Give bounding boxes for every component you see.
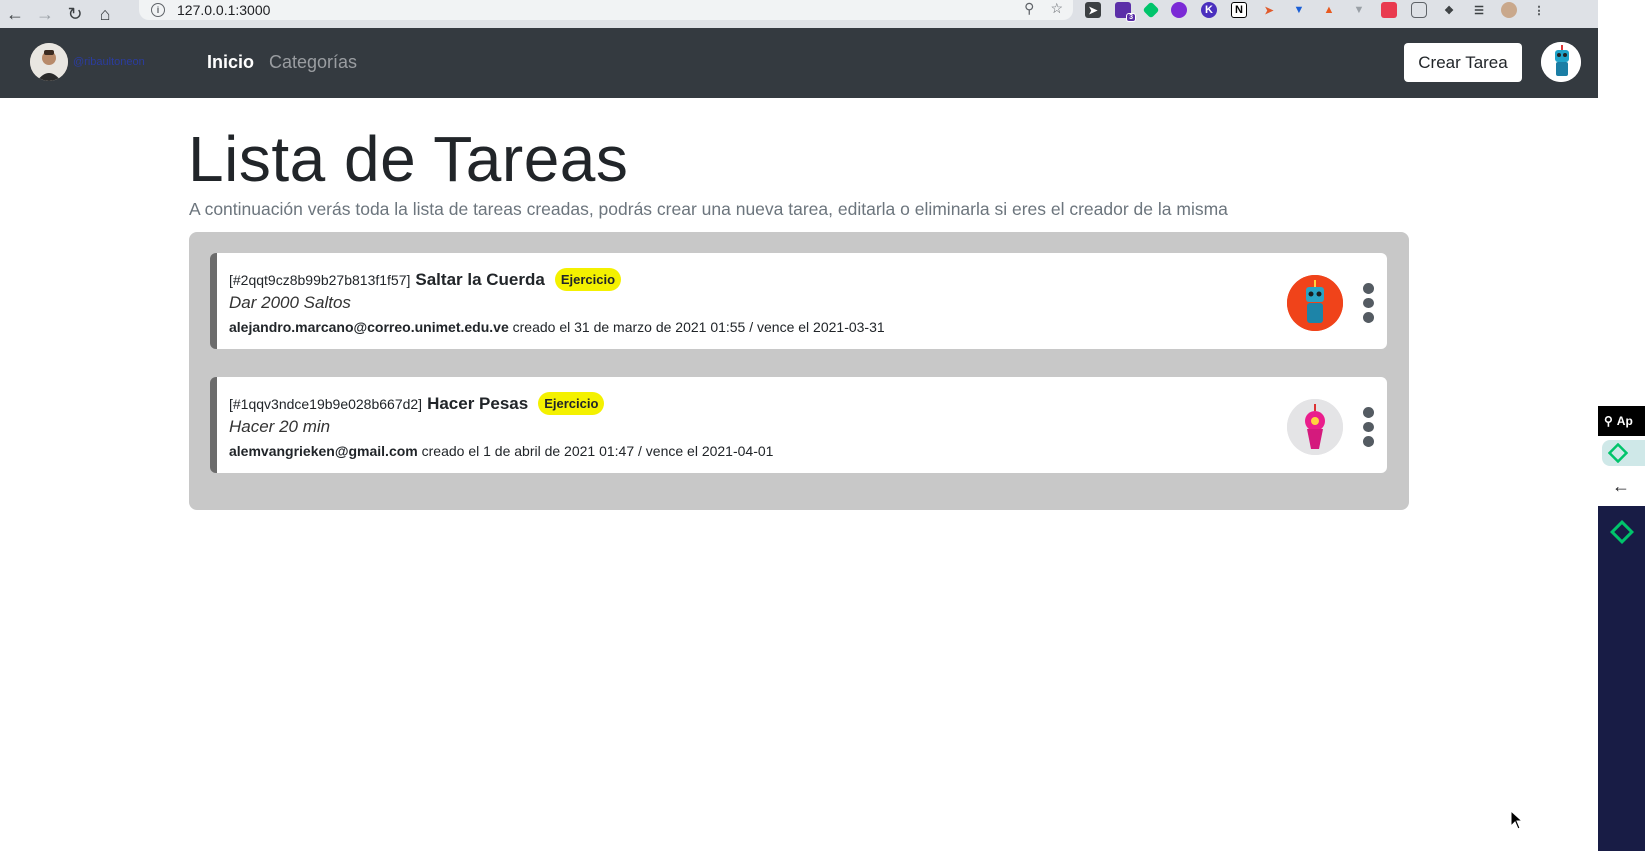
task-owner-avatar bbox=[1287, 399, 1343, 455]
browser-menu-icon[interactable]: ⋮ bbox=[1531, 2, 1547, 18]
task-title: Hacer Pesas bbox=[427, 393, 529, 413]
task-title: Saltar la Cuerda bbox=[415, 269, 545, 289]
task-card[interactable]: [#1qqv3ndce19b9e028b667d2] Hacer Pesas E… bbox=[210, 377, 1387, 473]
task-description: Dar 2000 Saltos bbox=[229, 293, 351, 312]
side-panel-blank bbox=[1598, 0, 1645, 406]
fire-extension-icon[interactable]: ▲ bbox=[1321, 2, 1337, 18]
side-tab-chip[interactable] bbox=[1602, 440, 1645, 466]
reload-icon[interactable]: ↻ bbox=[60, 3, 90, 25]
page-subtitle: A continuación verás toda la lista de ta… bbox=[189, 199, 1228, 219]
side-search-bar[interactable]: ⚲ Ap bbox=[1598, 406, 1645, 436]
browser-toolbar: ← → ↻ ⌂ i 127.0.0.1:3000 ⚲ ☆ ➤ 3 K N ➤ ▼… bbox=[0, 0, 1645, 28]
robot-icon bbox=[1541, 42, 1581, 82]
mouse-cursor-icon bbox=[1510, 810, 1524, 830]
kebab-dot-icon bbox=[1362, 312, 1374, 324]
user-photo-icon bbox=[30, 43, 68, 81]
search-icon: ⚲ bbox=[1604, 414, 1613, 428]
flower-extension-icon[interactable] bbox=[1171, 2, 1187, 18]
red-extension-icon[interactable] bbox=[1381, 2, 1397, 18]
nav-link-categorias[interactable]: Categorías bbox=[269, 52, 357, 73]
profile-avatar-icon[interactable] bbox=[1501, 2, 1517, 18]
kebab-dot-icon bbox=[1362, 283, 1374, 294]
task-dates: creado el 31 de marzo de 2021 01:55 / ve… bbox=[512, 319, 885, 335]
task-meta: alemvangrieken@gmail.com creado el 1 de … bbox=[229, 443, 773, 459]
bookmark-star-icon[interactable]: ☆ bbox=[1050, 0, 1063, 17]
robot-avatar-icon bbox=[1287, 399, 1343, 455]
stack-extension-icon[interactable]: 3 bbox=[1115, 2, 1136, 22]
notion-extension-icon[interactable]: N bbox=[1231, 2, 1247, 18]
pocket-extension-icon[interactable] bbox=[1411, 2, 1427, 18]
home-icon[interactable]: ⌂ bbox=[90, 3, 120, 25]
task-options-menu[interactable] bbox=[1361, 407, 1375, 448]
task-author: alemvangrieken@gmail.com bbox=[229, 443, 418, 459]
kebab-dot-icon bbox=[1362, 407, 1374, 418]
category-badge: Ejercicio bbox=[538, 392, 605, 415]
address-bar[interactable]: i 127.0.0.1:3000 ⚲ ☆ bbox=[139, 0, 1073, 20]
user-avatar[interactable] bbox=[30, 43, 68, 81]
extensions-bar: ➤ 3 K N ➤ ▼ ▲ ▼ ❖ ☰ ⋮ bbox=[1085, 0, 1547, 22]
k-extension-icon[interactable]: K bbox=[1201, 2, 1217, 18]
rocket-extension-icon[interactable]: ➤ bbox=[1261, 2, 1277, 18]
task-description: Hacer 20 min bbox=[229, 417, 331, 436]
forward-arrow-icon[interactable]: → bbox=[30, 3, 60, 25]
robot-profile-avatar[interactable] bbox=[1541, 42, 1581, 82]
task-owner-avatar bbox=[1287, 275, 1343, 331]
puzzle-extensions-icon[interactable]: ❖ bbox=[1441, 2, 1457, 18]
brand-logo-icon bbox=[1610, 520, 1634, 544]
task-options-menu[interactable] bbox=[1361, 283, 1375, 324]
category-badge: Ejercicio bbox=[554, 268, 622, 291]
extension-badge: 3 bbox=[1126, 13, 1136, 22]
task-card[interactable]: [#2qqt9cz8b99b27b813f1f57] Saltar la Cue… bbox=[210, 253, 1387, 349]
green-diamond-extension-icon[interactable] bbox=[1142, 1, 1160, 19]
app-navbar: @ribaultoneon Inicio Categorías Crear Ta… bbox=[0, 28, 1598, 98]
task-id: [#1qqv3ndce19b9e028b667d2] bbox=[229, 395, 423, 412]
create-task-button[interactable]: Crear Tarea bbox=[1404, 43, 1522, 82]
task-id: [#2qqt9cz8b99b27b813f1f57] bbox=[229, 271, 411, 288]
robot-avatar-icon bbox=[1287, 275, 1343, 331]
back-arrow-icon[interactable]: ← bbox=[0, 3, 30, 25]
v-extension-icon[interactable]: ▼ bbox=[1351, 2, 1367, 18]
task-list: [#2qqt9cz8b99b27b813f1f57] Saltar la Cue… bbox=[189, 232, 1409, 510]
side-tab-row[interactable] bbox=[1598, 436, 1645, 470]
nav-link-inicio[interactable]: Inicio bbox=[207, 52, 254, 73]
zoom-icon[interactable]: ⚲ bbox=[1024, 0, 1034, 17]
task-dates: creado el 1 de abril de 2021 01:47 / ven… bbox=[421, 443, 774, 459]
playlist-icon[interactable]: ☰ bbox=[1471, 2, 1487, 18]
side-panel: ⚲ Ap ← bbox=[1598, 0, 1645, 851]
side-search-label: Ap bbox=[1616, 414, 1633, 428]
task-meta: alejandro.marcano@correo.unimet.edu.ve c… bbox=[229, 319, 885, 335]
url-text: 127.0.0.1:3000 bbox=[177, 2, 271, 18]
site-info-icon[interactable]: i bbox=[151, 3, 165, 17]
kebab-dot-icon bbox=[1362, 421, 1374, 433]
send-extension-icon[interactable]: ➤ bbox=[1085, 2, 1101, 18]
kebab-dot-icon bbox=[1362, 436, 1374, 448]
page-title: Lista de Tareas bbox=[188, 123, 629, 195]
task-author: alejandro.marcano@correo.unimet.edu.ve bbox=[229, 319, 509, 335]
nav-username[interactable]: @ribaultoneon bbox=[73, 56, 145, 68]
green-diamond-icon bbox=[1607, 442, 1629, 464]
kebab-dot-icon bbox=[1362, 297, 1374, 309]
side-back-arrow-icon[interactable]: ← bbox=[1598, 470, 1645, 506]
vue-devtools-extension-icon[interactable]: ▼ bbox=[1291, 2, 1307, 18]
